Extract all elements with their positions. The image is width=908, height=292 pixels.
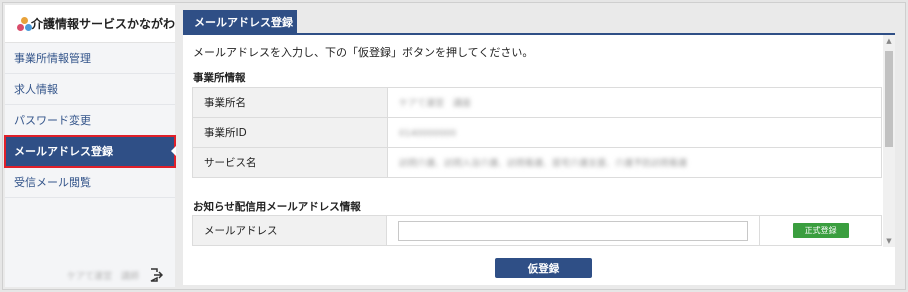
sidebar-footer: ケアて運営 講師 (5, 263, 175, 287)
email-label: メールアドレス (191, 215, 388, 246)
table-row: サービス名 訪問介護、訪問入浴介護、訪問看護、居宅介護支援、介護予防訪問看護 (192, 147, 882, 178)
office-id-label: 事業所ID (192, 117, 388, 148)
email-info-table: メールアドレス 正式登録 (191, 215, 882, 246)
tab-email-register[interactable]: メールアドレス登録 (183, 10, 297, 33)
office-name-value: ケアて運営 講座 (399, 99, 472, 109)
service-name-value: 訪問介護、訪問入浴介護、訪問看護、居宅介護支援、介護予防訪問看護 (399, 159, 688, 169)
scroll-thumb[interactable] (885, 51, 893, 147)
logout-icon[interactable] (149, 268, 163, 282)
office-section-title: 事業所情報 (193, 72, 246, 84)
sidebar-item-email-register[interactable]: メールアドレス登録 (4, 135, 176, 168)
sidebar-item-office-info[interactable]: 事業所情報管理 (5, 43, 175, 74)
provisional-register-button[interactable]: 仮登録 (495, 258, 592, 278)
table-row: 事業所名 ケアて運営 講座 (192, 87, 882, 118)
user-name: ケアて運営 講師 (66, 271, 139, 282)
office-info-table: 事業所名 ケアて運営 講座 事業所ID 0140000000 サービス名 訪問介… (192, 87, 882, 178)
sidebar-item-password[interactable]: パスワード変更 (5, 105, 175, 136)
sidebar: 介護情報サービスかながわ 事業所情報管理 求人情報 パスワード変更 メールアドレ… (4, 5, 176, 287)
formal-registration-badge: 正式登録 (792, 223, 849, 238)
brand-header[interactable]: 介護情報サービスかながわ (5, 5, 175, 43)
sidebar-item-received-mail[interactable]: 受信メール閲覧 (5, 167, 175, 198)
main-panel: メールアドレスを入力し、下の「仮登録」ボタンを押してください。 事業所情報 事業… (183, 33, 895, 285)
instruction-text: メールアドレスを入力し、下の「仮登録」ボタンを押してください。 (193, 46, 534, 59)
flower-logo-icon (17, 16, 32, 32)
service-name-label: サービス名 (192, 147, 388, 178)
office-name-label: 事業所名 (192, 87, 388, 118)
scroll-down-icon[interactable]: ▼ (885, 237, 893, 245)
panel-content: メールアドレスを入力し、下の「仮登録」ボタンを押してください。 事業所情報 事業… (183, 35, 883, 285)
scroll-up-icon[interactable]: ▲ (885, 37, 893, 45)
sidebar-item-job-info[interactable]: 求人情報 (5, 74, 175, 105)
office-id-value: 0140000000 (399, 128, 457, 139)
email-section-title: お知らせ配信用メールアドレス情報 (193, 201, 361, 213)
brand-name: 介護情報サービスかながわ (30, 17, 175, 31)
table-row: メールアドレス 正式登録 (191, 215, 882, 246)
email-input[interactable] (398, 220, 749, 241)
vertical-scrollbar[interactable]: ▲ ▼ (883, 35, 895, 247)
table-row: 事業所ID 0140000000 (192, 117, 882, 148)
